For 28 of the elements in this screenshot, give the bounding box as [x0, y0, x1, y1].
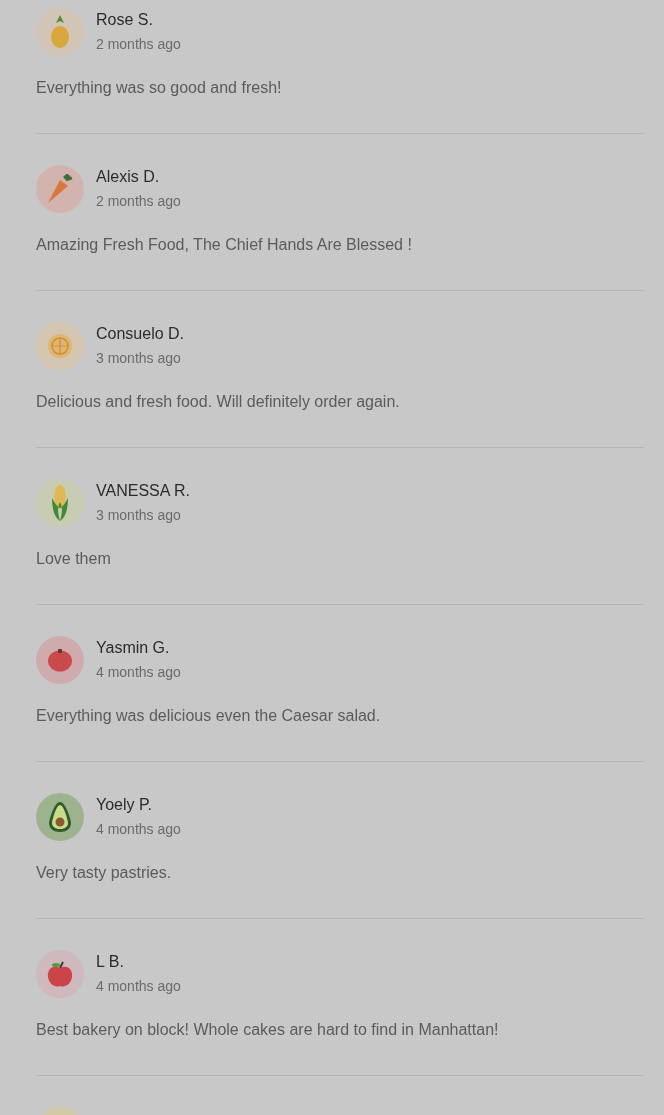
- cookie-icon: [47, 333, 73, 359]
- reviewer-name: Alexis D.: [96, 167, 161, 187]
- reviewer-name: Rose S.: [96, 10, 154, 30]
- reviewer-name: Yasmin G.: [96, 638, 171, 658]
- avocado-icon: [48, 801, 72, 833]
- reviewer-name: Yoely P.: [96, 795, 154, 815]
- review-time: 4 months ago: [96, 977, 181, 996]
- review-time: 3 months ago: [96, 506, 182, 525]
- tomato-icon: [47, 648, 73, 672]
- corn-icon: [50, 484, 70, 522]
- review-text: Very tasty pastries.: [36, 863, 173, 883]
- review-time: 4 months ago: [96, 663, 181, 682]
- review-text: Love them: [36, 549, 112, 569]
- review-time: 4 months ago: [96, 820, 181, 839]
- review-time: 3 months ago: [96, 349, 182, 368]
- review-text: Delicious and fresh food. Will definitely order again.: [36, 392, 401, 412]
- review-text: Best bakery on block! Whole cakes are hard to find in Manhattan!: [36, 1020, 500, 1040]
- apple-icon: [46, 960, 74, 988]
- review-text: Amazing Fresh Food, The Chief Hands Are Blessed !: [36, 235, 413, 255]
- reviewer-name: Consuelo D.: [96, 324, 185, 344]
- reviewer-name: VANESSA R.: [96, 481, 190, 501]
- review-text: Everything was delicious even the Caesar salad.: [36, 706, 382, 726]
- pineapple-icon: [49, 15, 71, 49]
- review-text: Everything was so good and fresh!: [36, 78, 283, 98]
- review-time: 2 months ago: [96, 35, 181, 54]
- carrot-icon: [46, 174, 74, 204]
- reviewer-name: L B.: [96, 952, 125, 972]
- review-time: 2 months ago: [96, 192, 181, 211]
